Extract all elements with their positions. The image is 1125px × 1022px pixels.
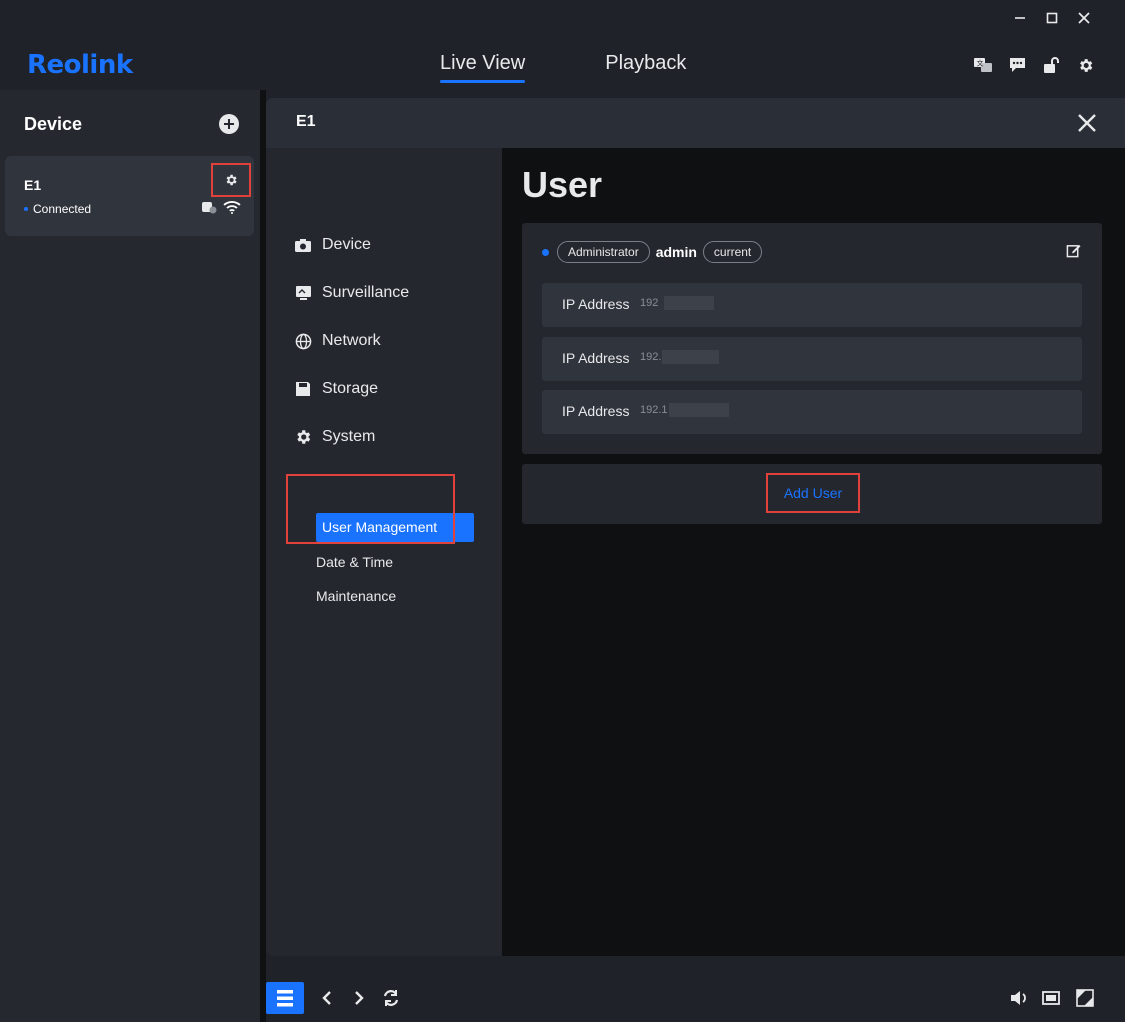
ip-row: IP Address 192.1 [542,390,1082,434]
status-dot [24,207,28,211]
user-card: Administrator admin current IP Address 1… [522,223,1102,454]
tab-live-view[interactable]: Live View [440,52,526,83]
monitor-icon [294,284,312,302]
device-name: E1 [24,177,42,193]
bottom-toolbar [266,968,1125,1022]
close-icon [1078,12,1090,24]
ip-row: IP Address 192 [542,283,1082,327]
app-logo: Reolink [27,50,133,80]
nav-surveillance[interactable]: Surveillance [294,284,409,302]
minimize-icon [1015,17,1025,19]
gear-icon [294,428,312,446]
device-status: Connected [24,202,91,216]
minimize-button[interactable] [1009,8,1031,30]
wifi-icon [223,201,241,214]
top-bar: Reolink Live View Playback 文 [0,0,1125,90]
page-title: User [522,164,603,205]
nav-network[interactable]: Network [294,332,381,350]
redacted-ip [664,296,714,310]
svg-text:文: 文 [977,59,984,68]
window-close-button[interactable] [1073,8,1095,30]
aspect-ratio-button[interactable] [1032,982,1070,1014]
user-online-dot [542,248,549,256]
top-icon-group: 文 [973,55,1095,75]
nav-system[interactable]: System [294,428,375,446]
device-indicators [201,200,241,214]
user-header-row: Administrator admin current [542,241,763,263]
fullscreen-button[interactable] [1066,982,1104,1014]
nav-system-label: System [322,428,376,445]
redacted-ip [662,350,719,364]
unlock-icon[interactable] [1041,55,1061,75]
device-panel-title: Device [24,114,83,134]
plus-icon [219,114,239,134]
username: admin [655,244,697,260]
modal-header: E1 [266,98,1125,148]
current-badge: current [702,241,763,263]
device-settings-button[interactable] [211,163,251,197]
add-device-button[interactable] [219,114,239,134]
chat-icon[interactable] [1007,55,1027,75]
gear-icon [226,174,237,186]
subnav-maintenance[interactable]: Maintenance [316,588,396,604]
edit-icon [1066,244,1081,258]
role-badge: Administrator [557,241,650,263]
ip-row: IP Address 192. [542,337,1082,381]
modal-title: E1 [296,113,316,130]
subnav-date-time[interactable]: Date & Time [316,554,393,570]
fullscreen-icon [1076,989,1094,1007]
layout-icon [277,990,293,1007]
close-icon [1078,114,1096,132]
nav-device-label: Device [322,236,371,253]
ip-value: 192 [640,297,659,309]
maximize-button[interactable] [1041,8,1063,30]
ip-label: IP Address [562,350,630,366]
settings-nav: Device Surveillance Network Storage Syst… [266,148,502,956]
settings-modal: E1 Device Surveillance Network Storage S… [266,98,1125,956]
device-status-label: Connected [33,202,92,216]
redacted-ip [669,403,729,417]
chevron-left-icon [322,991,331,1005]
ip-label: IP Address [562,296,630,312]
nav-storage-label: Storage [322,380,379,397]
main-tabs: Live View Playback [440,52,686,83]
tab-playback[interactable]: Playback [605,52,686,81]
settings-icon[interactable] [1075,55,1095,75]
layout-button[interactable] [266,982,304,1014]
nav-surveillance-label: Surveillance [322,284,410,301]
screen-icon [1042,991,1060,1005]
nav-storage[interactable]: Storage [294,380,378,398]
highlight-box-system [286,474,455,544]
speaker-icon [1011,991,1026,1005]
ip-value: 192.1 [640,404,668,416]
translate-icon[interactable]: 文 [973,55,993,75]
camera-icon [294,236,312,254]
edit-user-button[interactable] [1066,243,1082,259]
chevron-right-icon [355,991,364,1005]
ip-value: 192. [640,351,662,363]
add-user-button[interactable]: Add User [766,473,860,513]
globe-icon [294,332,312,350]
maximize-icon [1046,12,1058,24]
device-card-e1[interactable]: E1 Connected [5,156,254,236]
modal-close-button[interactable] [1075,111,1099,135]
floppy-icon [294,380,312,398]
nav-device[interactable]: Device [294,236,371,254]
device-sidebar: Device E1 Connected [0,90,260,1022]
add-user-card: Add User [522,464,1102,524]
refresh-button[interactable] [372,982,410,1014]
refresh-icon [383,990,399,1006]
ip-label: IP Address [562,403,630,419]
nav-network-label: Network [322,332,381,349]
camera-status-icon [202,202,217,214]
